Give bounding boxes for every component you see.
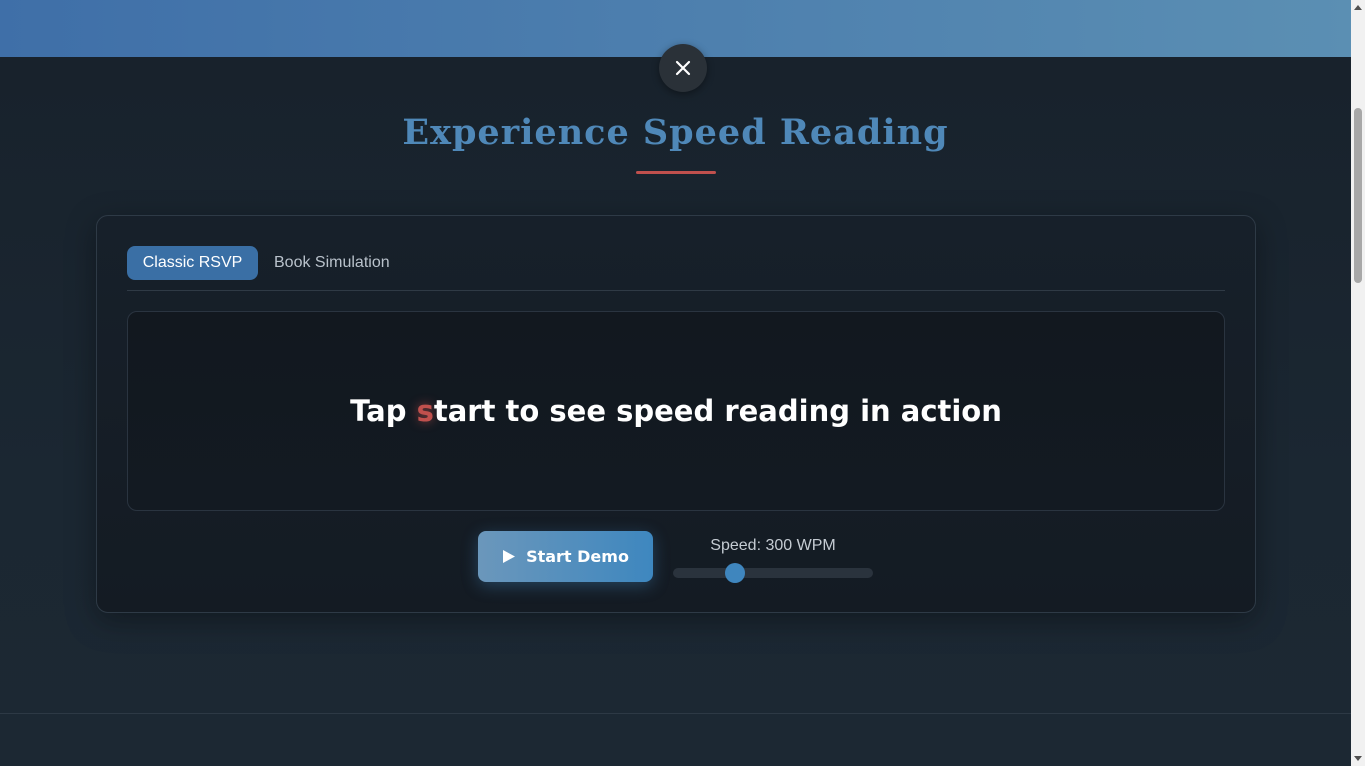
scrollbar[interactable]: [1351, 0, 1365, 766]
page-title: Experience Speed Reading: [402, 112, 949, 153]
start-demo-button[interactable]: Start Demo: [478, 531, 653, 582]
reading-display: Tap start to see speed reading in action: [127, 311, 1225, 511]
tab-divider: [127, 290, 1225, 291]
focus-letter: s: [416, 394, 434, 428]
title-underline: [636, 171, 716, 174]
tab-classic-rsvp[interactable]: Classic RSVP: [127, 246, 258, 280]
start-demo-label: Start Demo: [526, 547, 629, 566]
tab-book-simulation[interactable]: Book Simulation: [274, 246, 414, 280]
close-icon: [675, 60, 691, 76]
scroll-thumb[interactable]: [1354, 108, 1362, 283]
scroll-up-arrow-icon[interactable]: [1351, 0, 1365, 14]
speed-label: Speed: 300 WPM: [710, 537, 836, 554]
reading-text: Tap start to see speed reading in action: [350, 394, 1002, 428]
speed-slider[interactable]: [673, 568, 873, 578]
speed-slider-thumb[interactable]: [725, 563, 745, 583]
footer-divider: [0, 713, 1351, 714]
scroll-down-arrow-icon[interactable]: [1351, 752, 1365, 766]
close-button[interactable]: [659, 44, 707, 92]
play-icon: [503, 550, 516, 563]
